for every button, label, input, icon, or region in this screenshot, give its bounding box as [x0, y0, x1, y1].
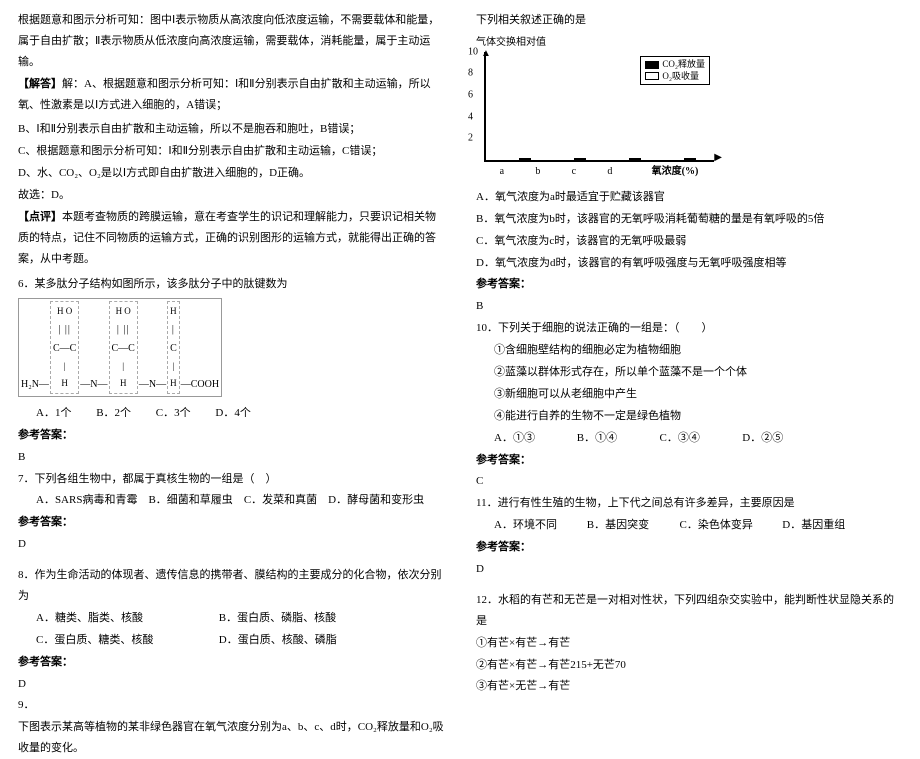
- bar-d-o2: [684, 158, 696, 160]
- q9-answer: B: [476, 296, 902, 317]
- ytick: 8: [468, 64, 473, 83]
- answer-label-7: 参考答案：: [18, 512, 444, 533]
- q6-options: A．1个 B．2个 C．3个 D．4个: [36, 403, 444, 424]
- q7-answer: D: [18, 534, 444, 555]
- q7-opt-c: C．发菜和真菌: [244, 494, 317, 506]
- q6-opt-a: A．1个: [36, 403, 71, 424]
- bar-a-o2: [519, 158, 531, 160]
- comment-text: 本题考查物质的跨膜运输，意在考查学生的识记和理解能力，只要识记相关物质的特点，记…: [18, 211, 436, 265]
- xlab-c: c: [572, 162, 576, 181]
- q7-opt-d: D．酵母菌和变形虫: [328, 494, 424, 506]
- x-arrow-icon: ▶: [714, 148, 722, 167]
- q10-s4: ④能进行自养的生物不一定是绿色植物: [494, 406, 902, 427]
- xlab-b: b: [535, 162, 540, 181]
- ytick: 6: [468, 86, 473, 105]
- q9-opt-b: B．氧气浓度为b时，该器官的无氧呼吸消耗葡萄糖的量是有氧呼吸的5倍: [476, 209, 902, 230]
- analysis-intro: 根据题意和图示分析可知：图中Ⅰ表示物质从高浓度向低浓度运输，不需要载体和能量，属…: [18, 10, 444, 73]
- q9-opt-c: C．氧气浓度为c时，该器官的无氧呼吸最弱: [476, 231, 902, 252]
- q9-opt-d: D．氧气浓度为d时，该器官的有氧呼吸强度与无氧呼吸强度相等: [476, 253, 902, 274]
- solve-d: D、水、CO₂、O₂是以Ⅰ方式即自由扩散进入细胞的，D正确。: [18, 163, 444, 184]
- q11-opt-c: C．染色体变异: [680, 515, 780, 536]
- bar-chart: ▲ ▶ CO₂释放量 O₂吸收量 10 8 6 4 2: [484, 52, 714, 162]
- q11-opt-d: D．基因重组: [782, 519, 845, 531]
- q12-s2: ②有芒×有芒→有芒215+无芒70: [476, 655, 902, 676]
- q8-row2: C．蛋白质、糖类、核酸 D．蛋白质、核酸、磷脂: [36, 630, 444, 651]
- ytick: 2: [468, 129, 473, 148]
- bar-c-o2: [629, 158, 641, 160]
- q8-opt-b: B．蛋白质、磷脂、核酸: [219, 612, 336, 624]
- q9-opt-a: A．氧气浓度为a时最适宜于贮藏该器官: [476, 187, 902, 208]
- q10-opt-d: D．②⑤: [742, 432, 783, 444]
- answer-label-10: 参考答案：: [476, 450, 902, 471]
- solve-b: B、Ⅰ和Ⅱ分别表示自由扩散和主动运输，所以不是胞吞和胞吐，B错误；: [18, 119, 444, 140]
- chart-container: 气体交换相对值 ▲ ▶ CO₂释放量 O₂吸收量 10 8 6 4 2 a b …: [476, 33, 902, 181]
- q6-stem: 6．某多肽分子结构如图所示，该多肽分子中的肽键数为: [18, 274, 444, 295]
- q7-options: A．SARS病毒和青霉 B．细菌和草履虫 C．发菜和真菌 D．酵母菌和变形虫: [36, 490, 444, 511]
- xlab-d: d: [607, 162, 612, 181]
- q10-s2: ②蓝藻以群体形式存在，所以单个蓝藻不是一个个体: [494, 362, 902, 383]
- q6-opt-d: D．4个: [215, 403, 250, 424]
- q6-opt-c: C．3个: [156, 403, 191, 424]
- q8-row1: A．糖类、脂类、核酸 B．蛋白质、磷脂、核酸: [36, 608, 444, 629]
- q7-opt-b: B．细菌和草履虫: [148, 494, 232, 506]
- answer-label-9: 参考答案：: [476, 274, 902, 295]
- q11-answer: D: [476, 559, 902, 580]
- q11-stem: 11．进行有性生殖的生物，上下代之间总有许多差异，主要原因是: [476, 493, 902, 514]
- q10-options: A．①③ B．①④ C．③④ D．②⑤: [494, 428, 902, 449]
- q8-opt-c: C．蛋白质、糖类、核酸: [36, 630, 216, 651]
- comment-label: 【点评】: [18, 211, 62, 223]
- ytick: 4: [468, 107, 473, 126]
- q12-s1: ①有芒×有芒→有芒: [476, 633, 902, 654]
- answer-label-8: 参考答案：: [18, 652, 444, 673]
- q12-s3: ③有芒×无芒→有芒: [476, 676, 902, 697]
- q6-opt-b: B．2个: [96, 403, 131, 424]
- answer-label: 参考答案：: [18, 425, 444, 446]
- q8-answer: D: [18, 674, 444, 695]
- q10-s1: ①含细胞壁结构的细胞必定为植物细胞: [494, 340, 902, 361]
- solve-a-text: 解：A、根据题意和图示分析可知：Ⅰ和Ⅱ分别表示自由扩散和主动运输，所以氧、性激素…: [18, 78, 431, 111]
- q10-opt-a: A．①③: [494, 428, 574, 449]
- bar-b-o2: [574, 158, 586, 160]
- q7-opt-a: A．SARS病毒和青霉: [36, 494, 137, 506]
- q10-answer: C: [476, 471, 902, 492]
- q11-options: A．环境不同 B．基因突变 C．染色体变异 D．基因重组: [494, 515, 902, 536]
- answer-line: 故选：D。: [18, 185, 444, 206]
- q6-answer: B: [18, 447, 444, 468]
- q10-opt-b: B．①④: [577, 428, 657, 449]
- q8-stem: 8．作为生命活动的体现者、遗传信息的携带者、膜结构的主要成分的化合物，依次分别为: [18, 565, 444, 607]
- q11-opt-b: B．基因突变: [587, 515, 677, 536]
- ytick: 10: [468, 42, 478, 61]
- xlab-a: a: [500, 162, 504, 181]
- q9-num: 9．: [18, 695, 444, 716]
- x-labels: a b c d 氧浓度(%): [484, 162, 714, 181]
- q11-opt-a: A．环境不同: [494, 515, 584, 536]
- q9-body: 下图表示某高等植物的某非绿色器官在氧气浓度分别为a、b、c、d时，CO₂释放量和…: [18, 717, 444, 759]
- q8-opt-d: D．蛋白质、核酸、磷脂: [219, 634, 337, 646]
- q8-opt-a: A．糖类、脂类、核酸: [36, 608, 216, 629]
- q12-stem: 12．水稻的有芒和无芒是一对相对性状，下列四组杂交实验中，能判断性状显隐关系的是: [476, 590, 902, 632]
- peptide-diagram: H₂N— H O| ||C—C|H —N— H O| ||C—C|H —N— H…: [18, 298, 222, 397]
- solve-c: C、根据题意和图示分析可知：Ⅰ和Ⅱ分别表示自由扩散和主动运输，C错误；: [18, 141, 444, 162]
- q10-opt-c: C．③④: [660, 428, 740, 449]
- solve-label: 【解答】: [18, 78, 62, 90]
- comment: 【点评】本题考查物质的跨膜运输，意在考查学生的识记和理解能力，只要识记相关物质的…: [18, 207, 444, 270]
- q10-s3: ③新细胞可以从老细胞中产生: [494, 384, 902, 405]
- x-axis-title: 氧浓度(%): [652, 162, 699, 181]
- answer-label-11: 参考答案：: [476, 537, 902, 558]
- solve-a: 【解答】解：A、根据题意和图示分析可知：Ⅰ和Ⅱ分别表示自由扩散和主动运输，所以氧…: [18, 74, 444, 116]
- q9-continue: 下列相关叙述正确的是: [476, 10, 902, 31]
- bars: [486, 52, 714, 160]
- q10-stem: 10．下列关于细胞的说法正确的一组是：（ ）: [476, 318, 902, 339]
- q7-stem: 7．下列各组生物中，都属于真核生物的一组是（ ）: [18, 469, 444, 490]
